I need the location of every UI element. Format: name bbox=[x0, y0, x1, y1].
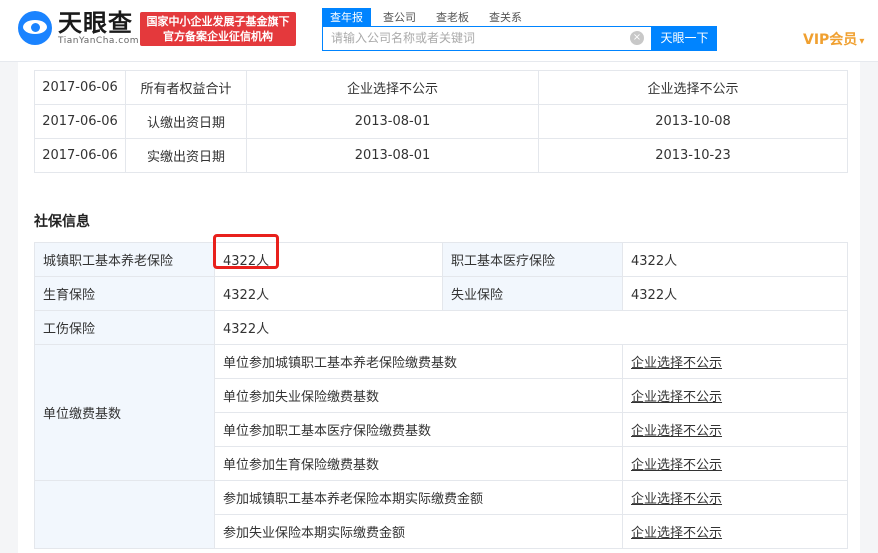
change-date: 2017-06-06 bbox=[34, 70, 126, 105]
base-item-value[interactable]: 企业选择不公示 bbox=[622, 378, 848, 413]
tab-company[interactable]: 查公司 bbox=[375, 8, 424, 26]
chevron-down-icon: ▾ bbox=[859, 36, 865, 47]
badge-line1: 国家中小企业发展子基金旗下 bbox=[146, 15, 290, 28]
top-header: 天眼查 TianYanCha.com 国家中小企业发展子基金旗下 官方备案企业征… bbox=[0, 0, 878, 62]
table-row: 单位缴费基数 单位参加城镇职工基本养老保险缴费基数 企业选择不公示 bbox=[34, 344, 848, 481]
logo-en: TianYanCha.com bbox=[58, 36, 140, 46]
table-row: 工伤保险 4322人 bbox=[34, 310, 848, 345]
undisclosed-link[interactable]: 企业选择不公示 bbox=[631, 526, 722, 541]
base-item-value[interactable]: 企业选择不公示 bbox=[622, 412, 848, 447]
medical-value: 4322人 bbox=[622, 242, 848, 277]
official-badge: 国家中小企业发展子基金旗下 官方备案企业征信机构 bbox=[140, 12, 296, 46]
injury-value: 4322人 bbox=[214, 310, 848, 345]
before-value: 企业选择不公示 bbox=[246, 70, 539, 105]
change-item: 所有者权益合计 bbox=[125, 70, 247, 105]
table-row: 城镇职工基本养老保险 4322人 职工基本医疗保险 4322人 bbox=[34, 242, 848, 277]
tab-relation[interactable]: 查关系 bbox=[481, 8, 530, 26]
logo-text: 天眼查 TianYanCha.com bbox=[58, 10, 139, 46]
change-date: 2017-06-06 bbox=[34, 138, 126, 173]
table-row: 2017-06-06 认缴出资日期 2013-08-01 2013-10-08 bbox=[34, 104, 848, 139]
before-value: 2013-08-01 bbox=[246, 138, 539, 173]
change-record-table: 2017-06-06 所有者权益合计 企业选择不公示 企业选择不公示 2017-… bbox=[34, 70, 848, 173]
after-value: 2013-10-08 bbox=[538, 104, 848, 139]
contribution-base-label: 单位缴费基数 bbox=[34, 344, 215, 481]
change-item: 认缴出资日期 bbox=[125, 104, 247, 139]
search-button[interactable]: 天眼一下 bbox=[652, 26, 717, 51]
undisclosed-link[interactable]: 企业选择不公示 bbox=[631, 356, 722, 371]
unemployment-value: 4322人 bbox=[622, 276, 848, 311]
base-item-value[interactable]: 企业选择不公示 bbox=[622, 344, 848, 379]
actual-item-label: 参加城镇职工基本养老保险本期实际缴费金额 bbox=[214, 480, 623, 515]
tab-boss[interactable]: 查老板 bbox=[428, 8, 477, 26]
table-row: 生育保险 4322人 失业保险 4322人 bbox=[34, 276, 848, 311]
table-row: 参加城镇职工基本养老保险本期实际缴费金额 企业选择不公示 bbox=[34, 480, 848, 549]
actual-payment-label bbox=[34, 480, 215, 549]
unemployment-label: 失业保险 bbox=[442, 276, 623, 311]
change-date: 2017-06-06 bbox=[34, 104, 126, 139]
tab-annual-report[interactable]: 查年报 bbox=[322, 8, 371, 26]
actual-item-value[interactable]: 企业选择不公示 bbox=[622, 514, 848, 549]
pension-label: 城镇职工基本养老保险 bbox=[34, 242, 215, 277]
tianyancha-logo[interactable]: 天眼查 TianYanCha.com bbox=[18, 10, 139, 46]
base-item-value[interactable]: 企业选择不公示 bbox=[622, 446, 848, 481]
base-item-label: 单位参加职工基本医疗保险缴费基数 bbox=[214, 412, 623, 447]
vip-label: VIP会员 bbox=[803, 32, 858, 48]
eye-logo-icon bbox=[18, 11, 52, 45]
badge-line2: 官方备案企业征信机构 bbox=[163, 30, 273, 43]
table-row: 2017-06-06 所有者权益合计 企业选择不公示 企业选择不公示 bbox=[34, 70, 848, 105]
vip-member-link[interactable]: VIP会员 ▾ bbox=[803, 29, 864, 49]
table-row: 2017-06-06 实缴出资日期 2013-08-01 2013-10-23 bbox=[34, 138, 848, 173]
content-card: 2017-06-06 所有者权益合计 企业选择不公示 企业选择不公示 2017-… bbox=[18, 62, 860, 553]
red-highlight-box bbox=[213, 234, 279, 269]
undisclosed-link[interactable]: 企业选择不公示 bbox=[631, 424, 722, 439]
social-insurance-table: 城镇职工基本养老保险 4322人 职工基本医疗保险 4322人 生育保险 432… bbox=[34, 242, 848, 549]
medical-label: 职工基本医疗保险 bbox=[442, 242, 623, 277]
search-input[interactable]: 请输入公司名称或者关键词 bbox=[322, 26, 652, 51]
undisclosed-link[interactable]: 企业选择不公示 bbox=[631, 492, 722, 507]
after-value: 企业选择不公示 bbox=[538, 70, 848, 105]
logo-cn: 天眼查 bbox=[58, 9, 133, 37]
after-value: 2013-10-23 bbox=[538, 138, 848, 173]
section-title-social-insurance: 社保信息 bbox=[34, 214, 90, 230]
undisclosed-link[interactable]: 企业选择不公示 bbox=[631, 390, 722, 405]
search-tabs: 查年报 查公司 查老板 查关系 bbox=[322, 8, 534, 26]
base-item-label: 单位参加城镇职工基本养老保险缴费基数 bbox=[214, 344, 623, 379]
maternity-label: 生育保险 bbox=[34, 276, 215, 311]
before-value: 2013-08-01 bbox=[246, 104, 539, 139]
injury-label: 工伤保险 bbox=[34, 310, 215, 345]
actual-item-label: 参加失业保险本期实际缴费金额 bbox=[214, 514, 623, 549]
actual-item-value[interactable]: 企业选择不公示 bbox=[622, 480, 848, 515]
base-item-label: 单位参加生育保险缴费基数 bbox=[214, 446, 623, 481]
base-item-label: 单位参加失业保险缴费基数 bbox=[214, 378, 623, 413]
undisclosed-link[interactable]: 企业选择不公示 bbox=[631, 458, 722, 473]
change-item: 实缴出资日期 bbox=[125, 138, 247, 173]
maternity-value: 4322人 bbox=[214, 276, 443, 311]
clear-icon[interactable]: × bbox=[630, 31, 644, 45]
